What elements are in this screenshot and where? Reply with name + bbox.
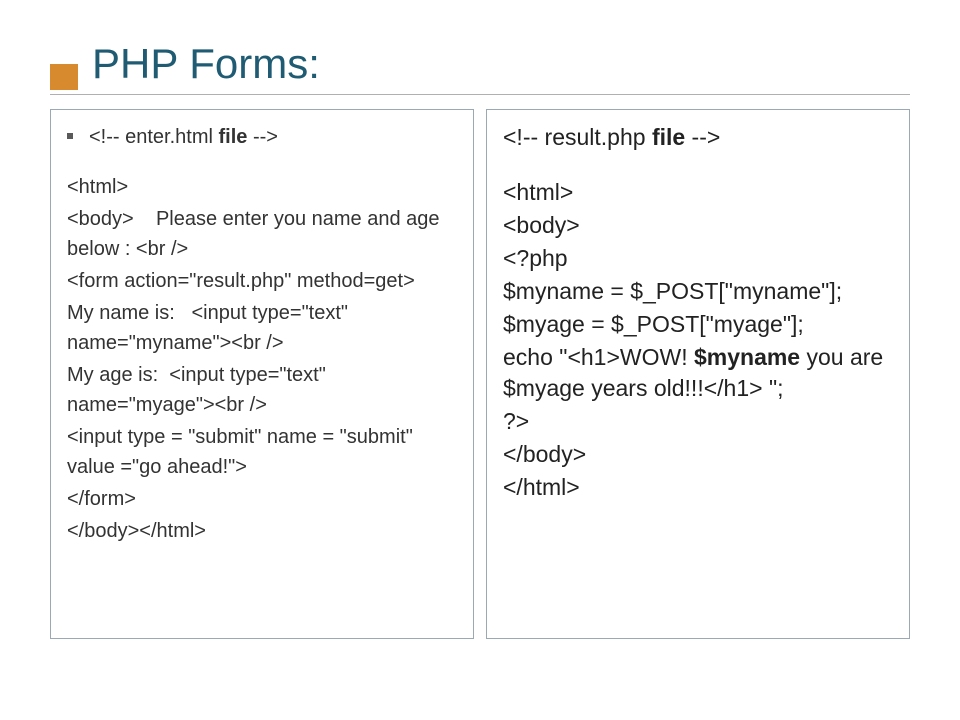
code-line: </html> — [503, 472, 893, 503]
divider — [50, 94, 910, 95]
left-panel: <!-- enter.html file --> <html> <body> P… — [50, 109, 474, 639]
code-line: echo "<h1>WOW! $myname you are $myage ye… — [503, 342, 893, 404]
page-title: PHP Forms: — [92, 40, 320, 88]
code-line: <body> — [503, 210, 893, 241]
code-line: <html> — [67, 172, 457, 202]
bullet-line: <!-- enter.html file --> — [67, 122, 457, 152]
code-line: </body> — [503, 439, 893, 470]
bullet-icon — [67, 133, 73, 139]
comment-enter-html: <!-- enter.html file --> — [89, 122, 278, 152]
code-line: ?> — [503, 406, 893, 437]
title-row: PHP Forms: — [50, 40, 910, 92]
accent-block — [50, 64, 78, 90]
spacer — [503, 155, 893, 177]
code-line: <body> Please enter you name and age bel… — [67, 204, 457, 264]
right-panel: <!-- result.php file --> <html> <body> <… — [486, 109, 910, 639]
code-line: </body></html> — [67, 516, 457, 546]
code-line: <!-- result.php file --> — [503, 122, 893, 153]
code-line: $myage = $_POST["myage"]; — [503, 309, 893, 340]
code-line: $myname = $_POST["myname"]; — [503, 276, 893, 307]
columns: <!-- enter.html file --> <html> <body> P… — [50, 109, 910, 639]
code-line: My name is: <input type="text" name="myn… — [67, 298, 457, 358]
code-line: My age is: <input type="text" name="myag… — [67, 360, 457, 420]
code-line: </form> — [67, 484, 457, 514]
code-line: <input type = "submit" name = "submit" v… — [67, 422, 457, 482]
code-line: <form action="result.php" method=get> — [67, 266, 457, 296]
code-line: <html> — [503, 177, 893, 208]
slide: PHP Forms: <!-- enter.html file --> <htm… — [0, 0, 960, 720]
code-line: <?php — [503, 243, 893, 274]
